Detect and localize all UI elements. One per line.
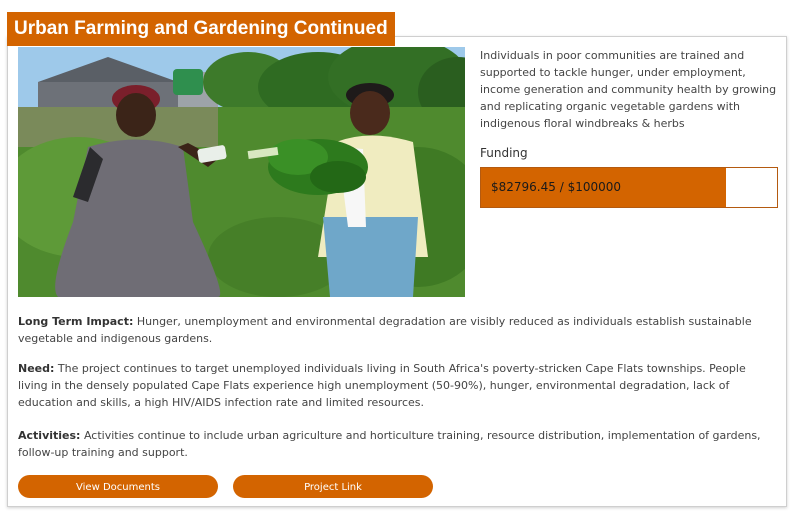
long-term-impact: Long Term Impact: Hunger, unemployment a… — [18, 313, 778, 347]
project-description: Individuals in poor communities are trai… — [480, 49, 777, 130]
project-photo — [18, 47, 465, 297]
project-link-button[interactable]: Project Link — [233, 475, 433, 498]
page-title: Urban Farming and Gardening Continued — [7, 12, 395, 46]
activities-label: Activities: — [18, 429, 81, 442]
funding-label: Funding — [480, 146, 528, 160]
activities: Activities: Activities continue to inclu… — [18, 427, 778, 461]
funding-amount: $82796.45 / $100000 — [491, 180, 622, 194]
need: Need: The project continues to target un… — [18, 360, 778, 411]
long-term-impact-label: Long Term Impact: — [18, 315, 134, 328]
funding-progress-bar: $82796.45 / $100000 — [480, 167, 778, 208]
garden-photo-illustration — [18, 47, 465, 297]
activities-text: Activities continue to include urban agr… — [18, 429, 761, 459]
need-text: The project continues to target unemploy… — [18, 362, 746, 409]
need-label: Need: — [18, 362, 55, 375]
view-documents-button[interactable]: View Documents — [18, 475, 218, 498]
